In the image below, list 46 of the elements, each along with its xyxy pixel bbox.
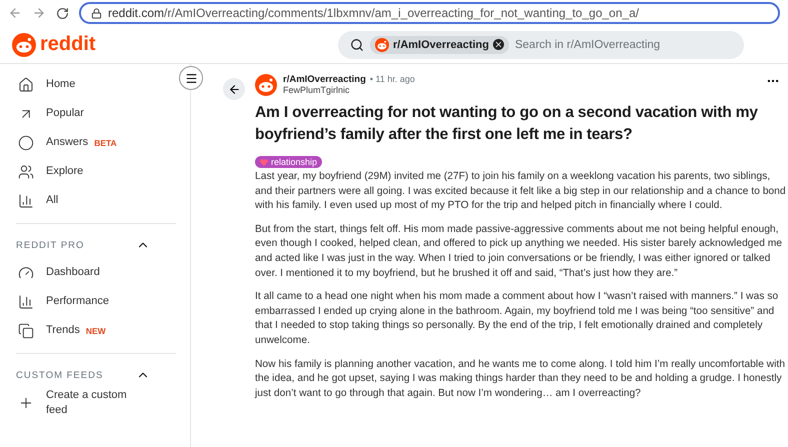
heart-icon: [260, 158, 268, 166]
sidebar-item[interactable]: Create a custom feed: [16, 388, 166, 418]
plus-icon: [18, 395, 34, 411]
bar-chart-icon: [18, 294, 34, 310]
alien-icon: [12, 32, 36, 56]
back-arrow-icon[interactable]: [228, 82, 240, 96]
community-chip[interactable]: r/AmIOverreacting: [370, 36, 509, 54]
sidebar-item[interactable]: Performance: [16, 287, 166, 316]
search-field[interactable]: r/AmIOverreacting Search in r/AmIOverreacting: [338, 30, 744, 58]
author-name[interactable]: FewPlumTgirlnic: [283, 85, 760, 95]
section-title: REDDIT PRO: [16, 240, 84, 250]
sidebar-item[interactable]: Dashboard: [16, 258, 166, 287]
sidebar-item[interactable]: Answers BETA: [16, 128, 166, 157]
community-avatar: [255, 74, 277, 96]
post-time: • 11 hr. ago: [370, 74, 415, 84]
post-title: Am I overreacting for not wanting to go on a second vacation with my boyfriend’s family after the first one left me in tears?: [255, 103, 759, 145]
sidebar-item[interactable]: All: [16, 186, 166, 215]
sidebar-item[interactable]: Home: [16, 70, 166, 99]
home-icon: [18, 76, 34, 92]
menu-icon[interactable]: [184, 72, 198, 84]
menu-button[interactable]: [179, 66, 203, 90]
gauge-icon: [18, 264, 34, 280]
back-button[interactable]: [223, 78, 245, 100]
community-icon: [375, 38, 389, 52]
flair-tag[interactable]: relationship: [255, 156, 322, 168]
post-paragraph: But from the start, things felt off. His mom made passive-aggressive comments about me not being helpful enough, even though I cooked, helped clean, and offered to pick up anything we needed. His sister barely acknowledged me and acted like I was just in the way. When I tried to join conversations or be friendly, I was either ignored or talked over. I mentioned it to my boyfriend, but he brushed it off and said, “That’s just how they are.”: [255, 222, 784, 281]
section-title: CUSTOM FEEDS: [16, 370, 104, 380]
post-paragraph: Now his family is planning another vacation, and he wants me to come along. I told him I’m really uncomfortable with the idea, and he got upset, saying I was making things harder than they need to be and holding a grudge. I honestly just don’t want to go through that again. But now I’m wondering… am I overreacting?: [255, 358, 786, 401]
new-feature-label: BETA: [94, 138, 117, 148]
url-text: reddit.com/r/AmIOverreacting/comments/1lbxmnv/am_i_overreacting_for_not_wanting_to_go_on_a/: [108, 6, 639, 20]
lock-icon: [91, 8, 102, 18]
search-icon: [350, 38, 364, 52]
subreddit-link[interactable]: r/AmIOverreacting: [283, 74, 366, 85]
back-icon[interactable]: [8, 6, 22, 20]
post-paragraph: Last year, my boyfriend (29M) invited me (27F) to join his family on a weeklong vacation his parents, two siblings, and their partners were all going. I was excited because it felt like a big step in our relationship and a chance to bond with his family. I even used up most of my PTO for the trip and helped pitch in financially where I could.: [255, 170, 787, 214]
sidebar-item[interactable]: Explore: [16, 157, 166, 186]
post-paragraph: It all came to a head one night when his mom made a comment about how I “wasn’t raised with manners.” I was so embarrassed I ended up crying alone in the bathroom. Again, my boyfriend told me I was being “too sensitive” and that I needed to stop taking things so personally. By the end of the trip, I felt emotionally drained and completely unwelcome.: [255, 290, 780, 348]
sidebar-item[interactable]: Trends NEW: [16, 316, 166, 345]
people-icon: [18, 164, 34, 180]
forward-icon[interactable]: [32, 6, 46, 20]
sidebar-item[interactable]: Popular: [16, 99, 166, 128]
close-icon[interactable]: [492, 39, 504, 50]
stacked-squares-icon: [18, 322, 34, 338]
reload-icon[interactable]: [56, 6, 69, 20]
new-feature-label: NEW: [86, 326, 106, 336]
address-bar[interactable]: reddit.com/r/AmIOverreacting/comments/1lbxmnv/am_i_overreacting_for_not_wanting_to_go_on_a/: [79, 2, 780, 24]
